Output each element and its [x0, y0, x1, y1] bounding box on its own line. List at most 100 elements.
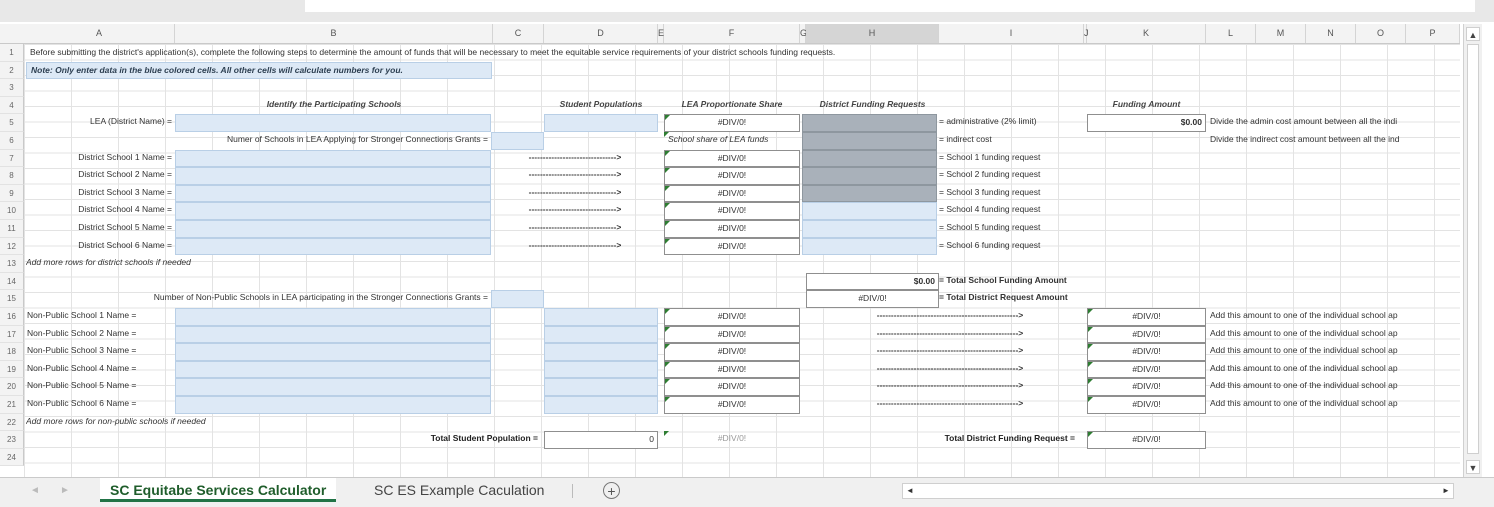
- nonpublic-share-cell: #DIV/0!: [664, 396, 800, 414]
- nonpublic-school-name-input[interactable]: [175, 325, 491, 344]
- next-sheet-icon[interactable]: ►: [60, 485, 70, 496]
- lea-name-input[interactable]: [175, 114, 491, 132]
- column-header-d[interactable]: D: [544, 24, 658, 43]
- column-header-h[interactable]: H: [806, 24, 939, 43]
- nonpublic-share-cell: #DIV/0!: [664, 360, 800, 379]
- district-school-request-input[interactable]: [802, 237, 937, 256]
- row-header-1[interactable]: 1: [0, 44, 24, 62]
- tab-sc-es-example-caculation[interactable]: SC ES Example Caculation: [364, 478, 554, 502]
- district-school-request-input[interactable]: [802, 184, 937, 203]
- district-school-request-input[interactable]: [802, 202, 937, 220]
- nonpublic-count-input[interactable]: [491, 290, 544, 308]
- district-school-name-input[interactable]: [175, 149, 491, 168]
- formula-bar[interactable]: [305, 0, 1475, 12]
- row-header-10[interactable]: 10: [0, 202, 24, 220]
- row-header-18[interactable]: 18: [0, 343, 24, 361]
- row-header-19[interactable]: 19: [0, 360, 24, 379]
- nonpublic-note: Add this amount to one of the individual…: [1210, 398, 1398, 408]
- vertical-scrollbar[interactable]: ▲ ▼: [1463, 24, 1482, 477]
- column-header-b[interactable]: B: [175, 24, 493, 43]
- note-text: Note: Only enter data in the blue colore…: [26, 61, 492, 80]
- scroll-left-icon[interactable]: ◄: [903, 484, 917, 498]
- arrow-text: ------------------------------->: [528, 186, 622, 197]
- nonpublic-student-input[interactable]: [544, 360, 658, 379]
- district-school-name-input[interactable]: [175, 220, 491, 238]
- district-school-share-cell: #DIV/0!: [664, 149, 800, 168]
- column-header-p[interactable]: P: [1406, 24, 1460, 43]
- district-school-name-input[interactable]: [175, 237, 491, 256]
- nonpublic-student-input[interactable]: [544, 396, 658, 414]
- admin-request-input[interactable]: [802, 114, 937, 132]
- tab-sc-equitabe-services-calculator[interactable]: SC Equitabe Services Calculator: [100, 478, 337, 502]
- row-header-22[interactable]: 22: [0, 413, 24, 432]
- column-header-l[interactable]: L: [1206, 24, 1256, 43]
- nonpublic-student-input[interactable]: [544, 308, 658, 326]
- nonpublic-school-name-input[interactable]: [175, 343, 491, 361]
- row-header-3[interactable]: 3: [0, 79, 24, 97]
- num-schools-input[interactable]: [491, 132, 544, 150]
- nonpublic-student-input[interactable]: [544, 343, 658, 361]
- row-header-14[interactable]: 14: [0, 272, 24, 291]
- nonpublic-school-name-input[interactable]: [175, 378, 491, 396]
- total-district-funding-cell: #DIV/0!: [1087, 431, 1206, 449]
- lea-student-input[interactable]: [544, 114, 658, 132]
- row-header-21[interactable]: 21: [0, 396, 24, 414]
- row-header-13[interactable]: 13: [0, 255, 24, 273]
- district-school-request-input[interactable]: [802, 167, 937, 185]
- horizontal-scrollbar[interactable]: ◄ ►: [902, 483, 1454, 499]
- nonpublic-funding-cell: #DIV/0!: [1087, 343, 1206, 361]
- row-header-20[interactable]: 20: [0, 378, 24, 396]
- row-header-15[interactable]: 15: [0, 290, 24, 308]
- cell-grid[interactable]: Before submitting the district's applica…: [24, 44, 1460, 477]
- row-header-7[interactable]: 7: [0, 149, 24, 168]
- header-lea-share: LEA Proportionate Share: [681, 98, 783, 109]
- row-header-6[interactable]: 6: [0, 132, 24, 150]
- district-school-name-input[interactable]: [175, 184, 491, 203]
- add-nonpublic-rows-note: Add more rows for non-public schools if …: [26, 415, 206, 426]
- district-school-label: District School 3 Name =: [78, 186, 172, 197]
- nonpublic-school-name-input[interactable]: [175, 360, 491, 379]
- column-header-k[interactable]: K: [1087, 24, 1206, 43]
- row-header-23[interactable]: 23: [0, 431, 24, 449]
- column-header-o[interactable]: O: [1356, 24, 1406, 43]
- row-header-4[interactable]: 4: [0, 96, 24, 115]
- row-header-9[interactable]: 9: [0, 184, 24, 203]
- nonpublic-note: Add this amount to one of the individual…: [1210, 345, 1398, 356]
- nonpublic-note: Add this amount to one of the individual…: [1210, 310, 1398, 320]
- scroll-down-icon[interactable]: ▼: [1466, 460, 1480, 474]
- district-school-name-input[interactable]: [175, 167, 491, 185]
- nonpublic-student-input[interactable]: [544, 325, 658, 344]
- row-header-8[interactable]: 8: [0, 167, 24, 185]
- row-header-5[interactable]: 5: [0, 114, 24, 132]
- scroll-thumb[interactable]: [1467, 44, 1479, 454]
- nonpublic-student-input[interactable]: [544, 378, 658, 396]
- row-header-12[interactable]: 12: [0, 237, 24, 256]
- nonpublic-funding-cell: #DIV/0!: [1087, 378, 1206, 396]
- nonpublic-share-cell: #DIV/0!: [664, 343, 800, 361]
- column-header-a[interactable]: A: [24, 24, 175, 43]
- prev-sheet-icon[interactable]: ◄: [30, 485, 40, 496]
- row-header-16[interactable]: 16: [0, 308, 24, 326]
- column-header-i[interactable]: I: [939, 24, 1084, 43]
- row-header-2[interactable]: 2: [0, 61, 24, 80]
- column-header-c[interactable]: C: [493, 24, 544, 43]
- admin-label: = administrative (2% limit): [939, 116, 1037, 127]
- scroll-up-icon[interactable]: ▲: [1466, 27, 1480, 41]
- formula-bar-area: [0, 0, 1494, 22]
- column-header-m[interactable]: M: [1256, 24, 1306, 43]
- nonpublic-school-name-input[interactable]: [175, 308, 491, 326]
- row-header-24[interactable]: 24: [0, 448, 24, 467]
- district-school-label: District School 4 Name =: [78, 204, 172, 215]
- column-header-f[interactable]: F: [664, 24, 800, 43]
- district-school-name-input[interactable]: [175, 202, 491, 220]
- column-header-n[interactable]: N: [1306, 24, 1356, 43]
- district-school-request-input[interactable]: [802, 220, 937, 238]
- district-school-request-input[interactable]: [802, 149, 937, 168]
- scroll-right-icon[interactable]: ►: [1439, 484, 1453, 498]
- row-header-17[interactable]: 17: [0, 325, 24, 344]
- nonpublic-school-name-input[interactable]: [175, 396, 491, 414]
- header-district-requests: District Funding Requests: [819, 98, 926, 109]
- row-header-11[interactable]: 11: [0, 220, 24, 238]
- add-sheet-button[interactable]: +: [603, 482, 620, 499]
- indirect-request-input[interactable]: [802, 132, 937, 150]
